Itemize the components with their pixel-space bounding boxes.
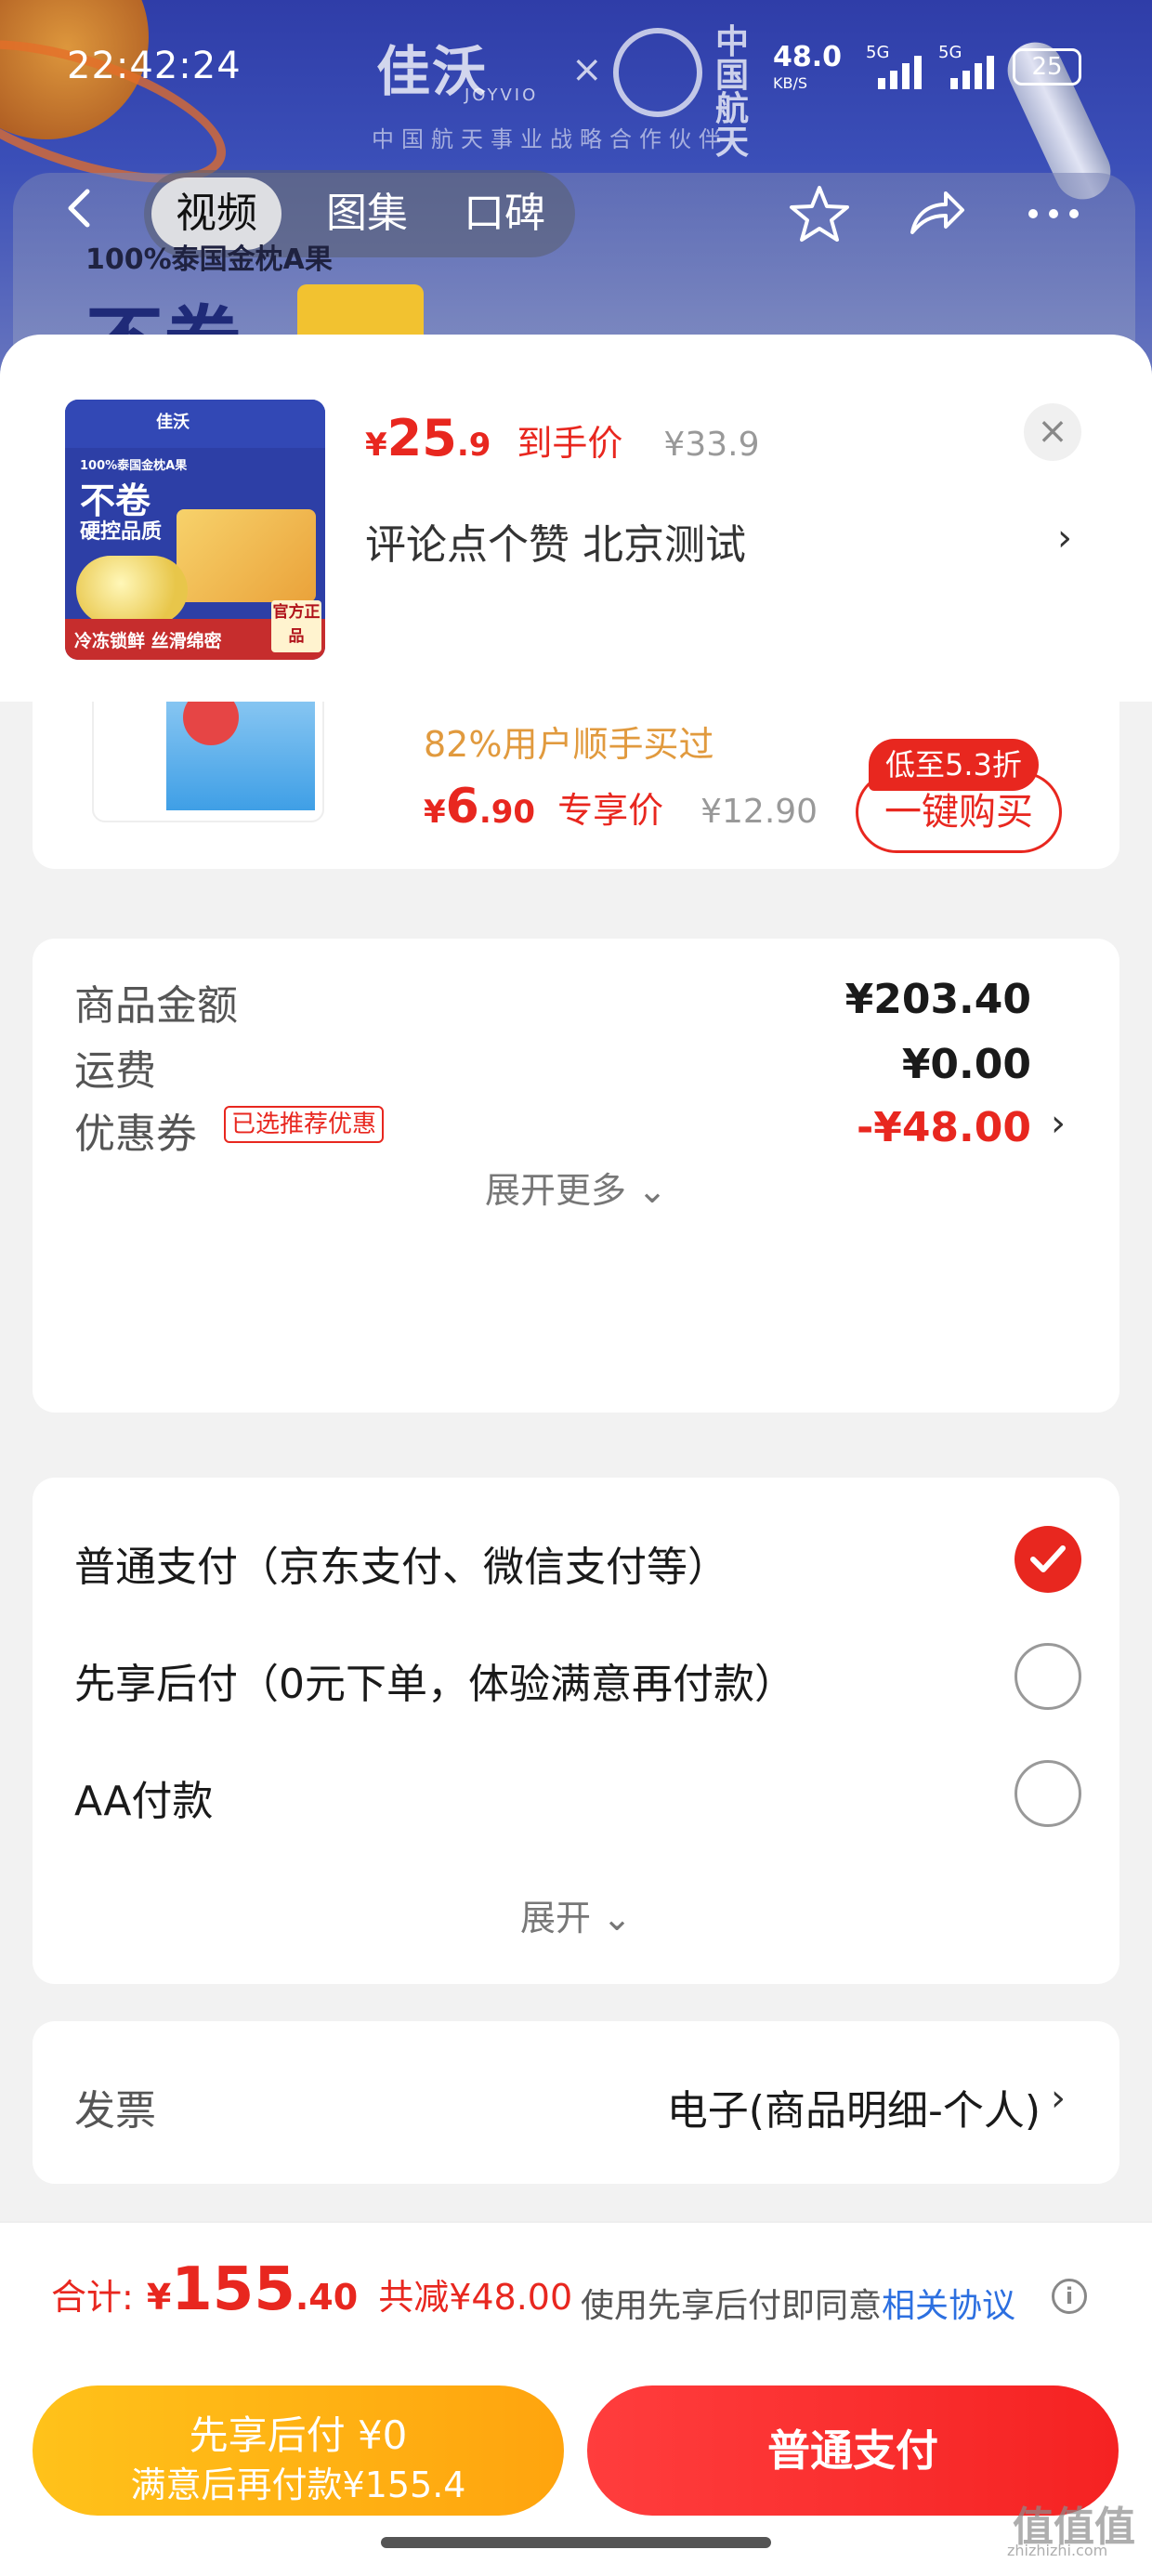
invoice-label: 发票 (74, 2087, 156, 2135)
sku-selector[interactable]: 评论点个赞 北京测试 (365, 511, 746, 571)
bnpl-button-title: 先享后付 ¥0 (189, 2412, 408, 2458)
price-currency: ¥ (365, 427, 387, 464)
rec-original-price: ¥12.90 (700, 793, 818, 831)
invoice-value[interactable]: 电子(商品明细-个人) (667, 2077, 1041, 2136)
payment-method-card: 普通支付（京东支付、微信支付等） 先享后付（0元下单，体验满意再付款） AA付款… (33, 1478, 1119, 1984)
info-icon[interactable]: i (1052, 2279, 1087, 2314)
agreement-link[interactable]: 相关协议 (882, 2287, 1015, 2325)
subtotal-label: 商品金额 (74, 982, 238, 1030)
network-speed-unit: KB/S (773, 74, 808, 92)
shipping-label: 运费 (74, 1047, 156, 1095)
thumb-tagline: 100%泰国金枕A果 (80, 459, 188, 473)
watermark-url: zhizhizhi.com (1007, 2542, 1108, 2559)
radio-unchecked-icon[interactable] (1015, 1643, 1081, 1710)
original-price: ¥33.9 (663, 426, 760, 464)
recommended-item-price: ¥ 6 .90 专享价 ¥12.90 (424, 779, 818, 835)
agreement-text: 使用先享后付即同意相关协议 (581, 2279, 1015, 2327)
total-saved: 共减¥48.00 (378, 2277, 573, 2318)
chevron-right-icon[interactable]: › (1051, 2077, 1066, 2120)
promo-tagline: 100%泰国金枕A果 (85, 243, 333, 276)
discount-badge: 低至5.3折 (869, 739, 1039, 791)
price-integer: 25 (386, 409, 457, 467)
rec-price-decimal: .90 (478, 794, 536, 831)
price-label: 到手价 (517, 423, 623, 464)
recommended-item-stat: 82%用户顺手买过 (424, 724, 714, 765)
total-label: 合计: (51, 2277, 134, 2318)
battery-icon: 25 (1013, 48, 1081, 85)
product-box-graphic (177, 509, 316, 602)
coupon-applied-tag: 已选推荐优惠 (224, 1106, 385, 1143)
thumb-bottom-text: 冷冻锁鲜 丝滑绵密 (74, 631, 222, 651)
coupon-value[interactable]: -¥48.00 (857, 1104, 1031, 1151)
status-bar: 22:42:24 48.0 KB/S 5G 5G 25 (0, 0, 1152, 130)
expand-payment-button[interactable]: 展开 ⌄ (33, 1889, 1119, 1940)
chevron-right-icon[interactable]: › (1051, 1102, 1066, 1145)
tab-reviews[interactable]: 口碑 (439, 177, 569, 250)
bnpl-pay-button[interactable]: 先享后付 ¥0 满意后再付款¥155.4 (33, 2385, 564, 2516)
total-decimal: .40 (295, 2277, 359, 2318)
checkout-bottom-bar: 合计: ¥ 155 .40 共减¥48.00 使用先享后付即同意相关协议 i 先… (0, 2221, 1152, 2576)
order-total: 合计: ¥ 155 .40 共减¥48.00 (51, 2255, 572, 2324)
total-currency: ¥ (146, 2277, 172, 2318)
chevron-right-icon[interactable]: › (1057, 517, 1072, 559)
shipping-value: ¥0.00 (901, 1041, 1031, 1088)
product-price: ¥ 25 .9 到手价 ¥33.9 (365, 409, 759, 474)
star-icon[interactable] (786, 180, 853, 247)
close-button[interactable]: × (1024, 403, 1081, 461)
rec-price-label: 专享价 (557, 790, 664, 831)
agreement-prefix: 使用先享后付即同意 (581, 2287, 883, 2325)
invoice-card[interactable]: 发票 电子(商品明细-个人) › (33, 2021, 1119, 2184)
coupon-label: 优惠券 (74, 1111, 197, 1158)
expand-more-button[interactable]: 展开更多 ⌄ (33, 1162, 1119, 1213)
subtotal-value: ¥203.40 (844, 976, 1031, 1023)
home-indicator[interactable] (381, 2537, 771, 2548)
thumb-subheadline: 硬控品质 (80, 520, 163, 544)
bnpl-button-subtitle: 满意后再付款¥155.4 (130, 2464, 466, 2505)
more-icon[interactable] (1020, 180, 1087, 247)
price-decimal: .9 (456, 427, 491, 464)
amount-summary-card: 商品金额 ¥203.40 运费 ¥0.00 优惠券 已选推荐优惠 -¥48.00… (33, 939, 1119, 1413)
thumb-brand: 佳沃 (156, 413, 190, 432)
signal-icon-2: 5G (938, 43, 994, 89)
signal-icon: 5G (866, 43, 922, 89)
payment-option-standard[interactable]: 普通支付（京东支付、微信支付等） (74, 1533, 728, 1593)
rec-price-currency: ¥ (424, 794, 446, 831)
product-thumbnail[interactable]: 佳沃 100%泰国金枕A果 不卷 硬控品质 冷冻锁鲜 丝滑绵密 官方正品 (65, 400, 325, 660)
share-icon[interactable] (903, 180, 970, 247)
network-speed-value: 48.0 (773, 41, 843, 73)
status-time: 22:42:24 (67, 45, 242, 87)
total-integer: 155 (171, 2255, 295, 2324)
durian-graphic (76, 556, 188, 624)
payment-option-aa[interactable]: AA付款 (74, 1768, 213, 1827)
official-badge: 官方正品 (271, 600, 321, 652)
back-icon[interactable] (58, 186, 102, 230)
product-summary: 佳沃 100%泰国金枕A果 不卷 硬控品质 冷冻锁鲜 丝滑绵密 官方正品 ¥ 2… (0, 335, 1152, 702)
rec-price-integer: 6 (445, 779, 479, 835)
radio-unchecked-icon[interactable] (1015, 1760, 1081, 1827)
payment-option-bnpl[interactable]: 先享后付（0元下单，体验满意再付款） (74, 1650, 795, 1710)
watermark-logo: 值值值 zhizhizhi.com (1007, 2493, 1135, 2559)
network-speed: 48.0 KB/S (773, 44, 842, 97)
radio-checked-icon[interactable] (1015, 1526, 1081, 1593)
